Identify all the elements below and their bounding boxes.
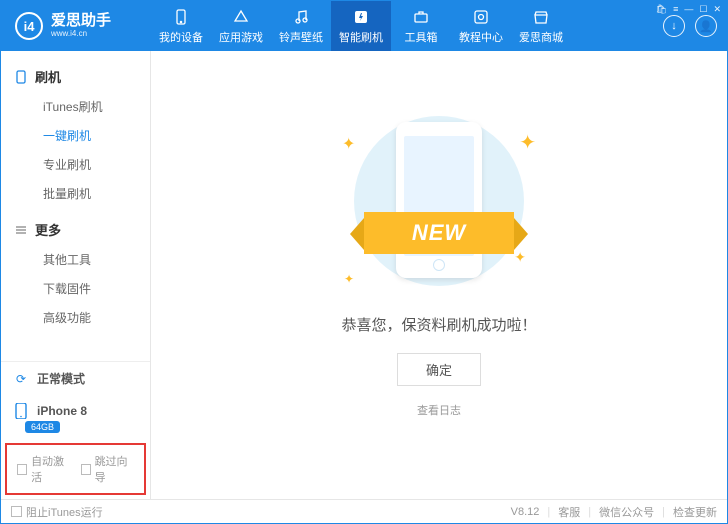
sidebar-section-head[interactable]: 刷机: [1, 61, 150, 92]
status-bar: 阻止iTunes运行 V8.12 | 客服 | 微信公众号 | 检查更新: [1, 499, 727, 523]
logo-subtitle: www.i4.cn: [51, 30, 111, 39]
flash-icon: [352, 8, 370, 26]
nav-item-toolbox[interactable]: 工具箱: [391, 1, 451, 51]
success-message: 恭喜您，保资料刷机成功啦！: [341, 314, 536, 335]
nav-label: 爱思商城: [519, 29, 563, 45]
maximize-button[interactable]: ☐: [699, 4, 707, 15]
nav-label: 工具箱: [405, 29, 438, 45]
nav-label: 铃声壁纸: [279, 29, 323, 45]
music-icon: [292, 8, 310, 26]
sidebar-item[interactable]: 其他工具: [1, 245, 150, 274]
nav-label: 我的设备: [159, 29, 203, 45]
sparkle-icon: ✦: [344, 272, 354, 286]
main-content: NEW ✦ ✦ ✦ ✦ 恭喜您，保资料刷机成功啦！ 确定 查看日志: [151, 51, 727, 499]
close-button[interactable]: ✕: [713, 4, 721, 15]
section-icon: [15, 70, 29, 84]
refresh-icon: ⟳: [13, 371, 29, 387]
success-illustration: NEW ✦ ✦ ✦ ✦: [324, 106, 554, 296]
section-icon: [15, 224, 29, 236]
device-mode-row[interactable]: ⟳ 正常模式: [1, 362, 150, 395]
view-log-link[interactable]: 查看日志: [417, 402, 461, 418]
sidebar-item[interactable]: 高级功能: [1, 303, 150, 332]
phone-icon: [172, 8, 190, 26]
device-mode-label: 正常模式: [37, 370, 85, 387]
sidebar-item[interactable]: 专业刷机: [1, 150, 150, 179]
phone-illustration-icon: [396, 122, 482, 278]
store-icon: [532, 8, 550, 26]
logo-block[interactable]: i4 爱思助手 www.i4.cn: [1, 12, 151, 40]
phone-device-icon: [13, 403, 29, 419]
nav-label: 智能刷机: [339, 29, 383, 45]
top-nav: 我的设备应用游戏铃声壁纸智能刷机 工具箱 教程中心爱思商城: [151, 1, 571, 51]
activation-options: 自动激活 跳过向导: [5, 443, 146, 495]
auto-activate-checkbox[interactable]: 自动激活: [17, 453, 71, 485]
toolbox-icon: [412, 8, 430, 26]
support-link[interactable]: 客服: [558, 504, 580, 520]
block-itunes-checkbox[interactable]: 阻止iTunes运行: [11, 504, 103, 520]
check-update-link[interactable]: 检查更新: [673, 504, 717, 520]
sparkle-icon: ✦: [342, 134, 355, 154]
logo-title: 爱思助手: [51, 13, 111, 30]
sidebar: 刷机 iTunes刷机一键刷机专业刷机批量刷机更多其他工具下载固件高级功能 ⟳ 正…: [1, 51, 151, 499]
sidebar-item[interactable]: 批量刷机: [1, 179, 150, 208]
sidebar-section-head[interactable]: 更多: [1, 214, 150, 245]
nav-item-app[interactable]: 应用游戏: [211, 1, 271, 51]
nav-item-book[interactable]: 教程中心: [451, 1, 511, 51]
app-header: 🛍 ≡ — ☐ ✕ i4 爱思助手 www.i4.cn 我的设备应用游戏铃声壁纸…: [1, 1, 727, 51]
nav-label: 应用游戏: [219, 29, 263, 45]
minimize-button[interactable]: —: [684, 4, 693, 15]
skip-guide-checkbox[interactable]: 跳过向导: [81, 453, 135, 485]
confirm-button[interactable]: 确定: [397, 353, 481, 386]
wechat-link[interactable]: 微信公众号: [599, 504, 654, 520]
nav-item-phone[interactable]: 我的设备: [151, 1, 211, 51]
new-banner: NEW: [364, 212, 514, 254]
logo-icon: i4: [15, 12, 43, 40]
download-indicator-icon[interactable]: ↓: [663, 15, 685, 37]
device-capacity-badge: 64GB: [25, 421, 60, 433]
cart-icon[interactable]: 🛍: [656, 4, 667, 15]
sidebar-item[interactable]: 下载固件: [1, 274, 150, 303]
device-row[interactable]: iPhone 8: [1, 395, 150, 419]
nav-item-music[interactable]: 铃声壁纸: [271, 1, 331, 51]
section-title: 更多: [35, 220, 61, 239]
device-name: iPhone 8: [37, 404, 87, 418]
app-icon: [232, 8, 250, 26]
sparkle-icon: ✦: [514, 249, 526, 266]
nav-item-store[interactable]: 爱思商城: [511, 1, 571, 51]
book-icon: [472, 8, 490, 26]
sparkle-icon: ✦: [519, 130, 536, 155]
menu-icon[interactable]: ≡: [673, 4, 678, 15]
window-controls: 🛍 ≡ — ☐ ✕: [656, 4, 721, 15]
sidebar-item[interactable]: 一键刷机: [1, 121, 150, 150]
nav-item-flash[interactable]: 智能刷机: [331, 1, 391, 51]
section-title: 刷机: [35, 67, 61, 86]
version-label: V8.12: [511, 506, 540, 518]
nav-label: 教程中心: [459, 29, 503, 45]
account-icon[interactable]: 👤: [695, 15, 717, 37]
sidebar-item[interactable]: iTunes刷机: [1, 92, 150, 121]
